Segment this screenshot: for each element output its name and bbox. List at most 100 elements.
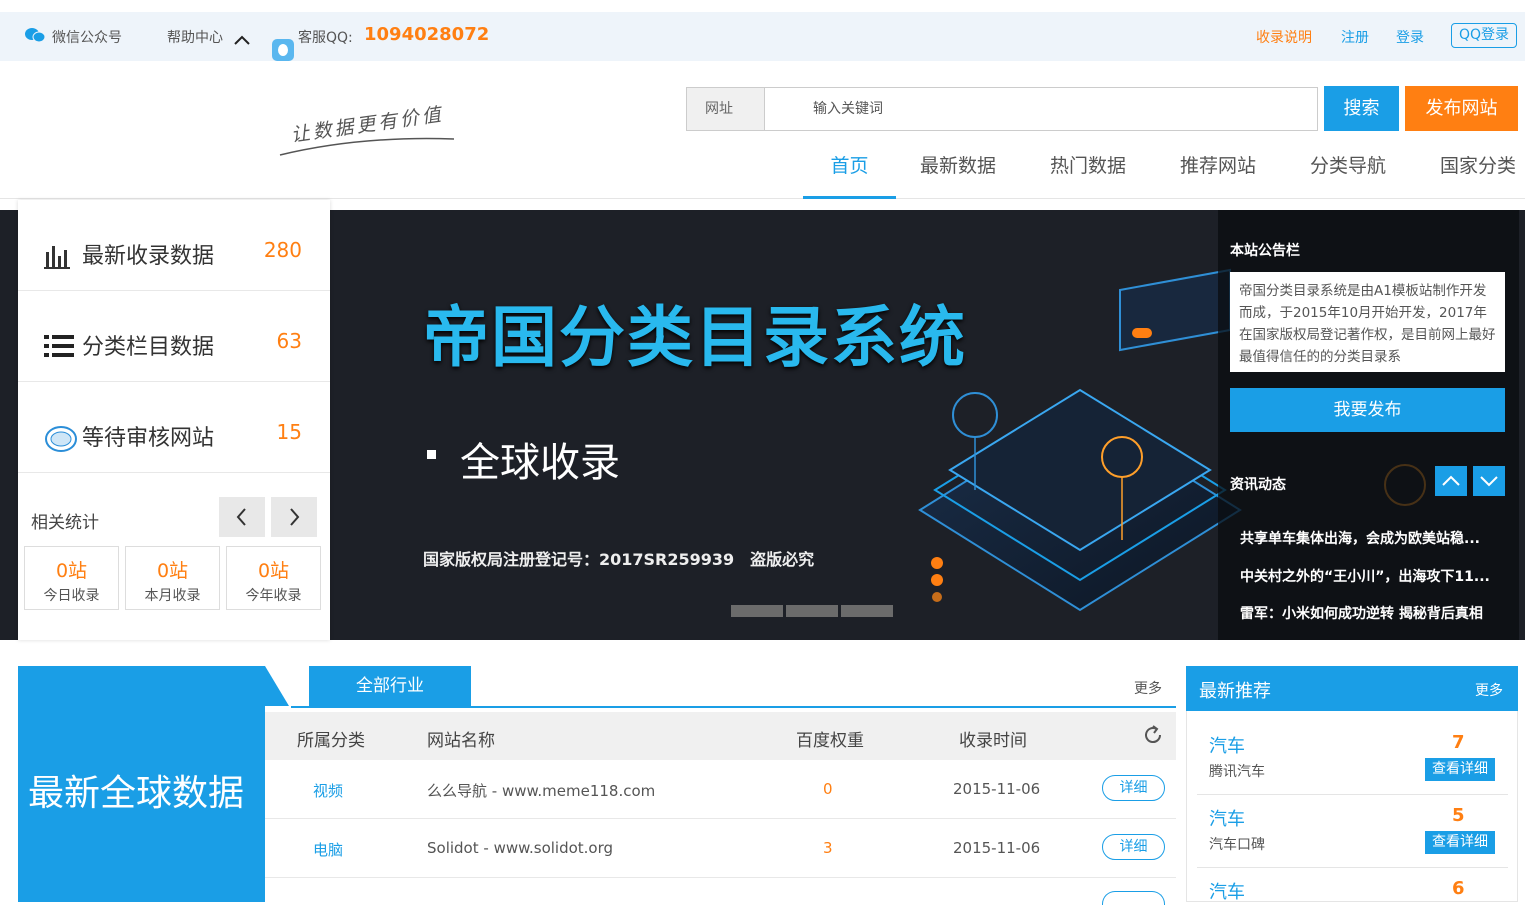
stat-box-value: 0站 (156, 560, 189, 582)
logo[interactable]: 让数据更有价值 (278, 103, 458, 159)
recommend-item[interactable]: 汽车 腾讯汽车 7 查看详细 (1197, 722, 1508, 795)
next-button[interactable] (271, 497, 317, 537)
view-detail-button[interactable]: 查看详细 (1425, 758, 1495, 781)
publish-site-button[interactable]: 发布网站 (1405, 86, 1518, 131)
nav-country-category[interactable]: 国家分类 (1431, 153, 1525, 199)
help-center-link[interactable]: 帮助中心 (167, 27, 223, 47)
qq-number[interactable]: 1094028072 (364, 24, 489, 45)
stat-latest-collected[interactable]: 最新收录数据 280 (18, 200, 330, 291)
recommend-category[interactable]: 汽车 (1209, 878, 1245, 904)
stat-box-label: 本月收录 (144, 588, 201, 604)
detail-button[interactable]: 详细 (1102, 775, 1165, 801)
recommend-count: 6 (1452, 878, 1465, 899)
recommend-name[interactable]: 腾讯汽车 (1209, 761, 1265, 781)
detail-button[interactable]: 详细 (1102, 834, 1165, 860)
chevron-right-icon (290, 508, 300, 526)
banner-subtitle: 全球收录 (460, 440, 620, 486)
table-header: 所属分类 网站名称 百度权重 收录时间 (265, 712, 1176, 760)
carousel-dot-3[interactable] (841, 605, 893, 617)
notice-title: 本站公告栏 (1230, 243, 1300, 259)
carousel-dot-1[interactable] (731, 605, 783, 617)
news-item[interactable]: 共享单车集体出海，会成为欧美站稳... (1240, 528, 1480, 548)
nav-category-nav[interactable]: 分类导航 (1301, 153, 1395, 199)
nav-home[interactable]: 首页 (803, 153, 896, 199)
stat-value: 15 (276, 420, 302, 444)
latest-heading: 最新全球数据 (28, 773, 245, 814)
collection-guide-link[interactable]: 收录说明 (1256, 27, 1312, 47)
news-item[interactable]: 中关村之外的“王小川”，出海攻下11... (1240, 566, 1490, 586)
recommend-count: 5 (1452, 805, 1465, 826)
chevron-up-icon[interactable] (233, 34, 251, 50)
news-up-button[interactable] (1435, 466, 1467, 496)
tab-underline (291, 706, 1176, 708)
recommend-category[interactable]: 汽车 (1209, 805, 1245, 831)
latest-more-link[interactable]: 更多 (1134, 678, 1162, 698)
tab-all-industries[interactable]: 全部行业 (309, 666, 471, 706)
stat-box-label: 今日收录 (43, 588, 100, 604)
row-weight: 0 (823, 780, 833, 798)
recommend-name[interactable]: 汽车口碑 (1209, 834, 1265, 854)
row-weight: 3 (823, 839, 833, 857)
stat-pending-review[interactable]: 等待审核网站 15 (18, 382, 330, 473)
col-date: 收录时间 (959, 731, 1027, 751)
login-link[interactable]: 登录 (1396, 27, 1424, 47)
related-stats-title: 相关统计 (31, 513, 99, 533)
wechat-icon (24, 26, 46, 48)
bar-chart-icon (44, 242, 74, 272)
i-want-publish-button[interactable]: 我要发布 (1230, 388, 1505, 432)
stat-label: 分类栏目数据 (82, 335, 215, 360)
banner-title: 帝国分类目录系统 (423, 299, 967, 376)
table-row[interactable]: 电脑 Solidot - www.solidot.org 3 2015-11-0… (265, 819, 1176, 878)
col-category: 所属分类 (297, 731, 365, 751)
header: 让数据更有价值 网址 输入关键词 搜索 发布网站 首页 最新数据 热门数据 推荐… (0, 61, 1525, 199)
table-row[interactable]: 视频 么么导航 - www.meme118.com 0 2015-11-06 详… (265, 760, 1176, 819)
news-title: 资讯动态 (1230, 477, 1286, 493)
row-category[interactable]: 电脑 (313, 839, 343, 860)
chevron-left-icon (236, 508, 246, 526)
qq-login-button[interactable]: QQ登录 (1451, 23, 1517, 48)
recommend-count: 7 (1452, 732, 1465, 753)
row-site-name[interactable]: Solidot - www.solidot.org (427, 839, 613, 857)
stat-label: 等待审核网站 (82, 426, 215, 451)
row-site-name[interactable]: 么么导航 - www.meme118.com (427, 780, 655, 801)
qq-label: 客服QQ: (298, 30, 353, 46)
view-detail-button[interactable]: 查看详细 (1425, 831, 1495, 854)
notice-panel: 本站公告栏 帝国分类目录系统是由A1模板站制作开发而成，于2015年10月开始开… (1218, 210, 1519, 640)
stamp-icon (44, 424, 77, 454)
stat-box-year: 0站 今年收录 (226, 546, 321, 610)
register-link[interactable]: 注册 (1341, 27, 1369, 47)
latest-section: 最新全球数据 全部行业 更多 所属分类 网站名称 百度权重 收录时间 视频 么么… (0, 666, 1525, 905)
recommend-title: 最新推荐 (1199, 681, 1271, 702)
stats-panel: 最新收录数据 280 分类栏目数据 63 等待审核网站 15 相关统计 0站 今… (18, 200, 330, 640)
carousel-dot-2[interactable] (786, 605, 838, 617)
search-input[interactable]: 输入关键词 (764, 87, 1318, 131)
stat-value: 280 (263, 238, 302, 262)
wechat-link[interactable]: 微信公众号 (52, 27, 122, 47)
notice-text: 帝国分类目录系统是由A1模板站制作开发而成，于2015年10月开始开发，2017… (1230, 272, 1505, 372)
col-baidu-weight: 百度权重 (796, 731, 864, 751)
stat-category-data[interactable]: 分类栏目数据 63 (18, 291, 330, 382)
chevron-down-icon (1480, 476, 1498, 487)
prev-button[interactable] (219, 497, 265, 537)
recommend-more-link[interactable]: 更多 (1475, 680, 1503, 700)
nav-hot-data[interactable]: 热门数据 (1041, 153, 1135, 199)
stat-box-month: 0站 本月收录 (125, 546, 220, 610)
stat-box-value: 0站 (257, 560, 290, 582)
news-item[interactable]: 雷军：小米如何成功逆转 揭秘背后真相 (1240, 603, 1483, 623)
nav-recommended-sites[interactable]: 推荐网站 (1171, 153, 1265, 199)
row-category[interactable]: 视频 (313, 780, 343, 801)
detail-button-partial[interactable] (1102, 891, 1165, 905)
recommend-item[interactable]: 汽车 汽车口碑 5 查看详细 (1197, 795, 1508, 868)
search-type-label[interactable]: 网址 (686, 87, 764, 131)
news-down-button[interactable] (1473, 466, 1505, 496)
heading-corner (265, 666, 289, 706)
recommend-item[interactable]: 汽车 6 (1197, 868, 1508, 904)
nav-latest-data[interactable]: 最新数据 (911, 153, 1005, 199)
refresh-icon[interactable] (1142, 724, 1164, 751)
row-date: 2015-11-06 (953, 839, 1041, 857)
stat-label: 最新收录数据 (82, 244, 215, 269)
stat-box-today: 0站 今日收录 (24, 546, 119, 610)
search-button[interactable]: 搜索 (1324, 86, 1399, 131)
row-date: 2015-11-06 (953, 780, 1041, 798)
recommend-category[interactable]: 汽车 (1209, 732, 1245, 758)
